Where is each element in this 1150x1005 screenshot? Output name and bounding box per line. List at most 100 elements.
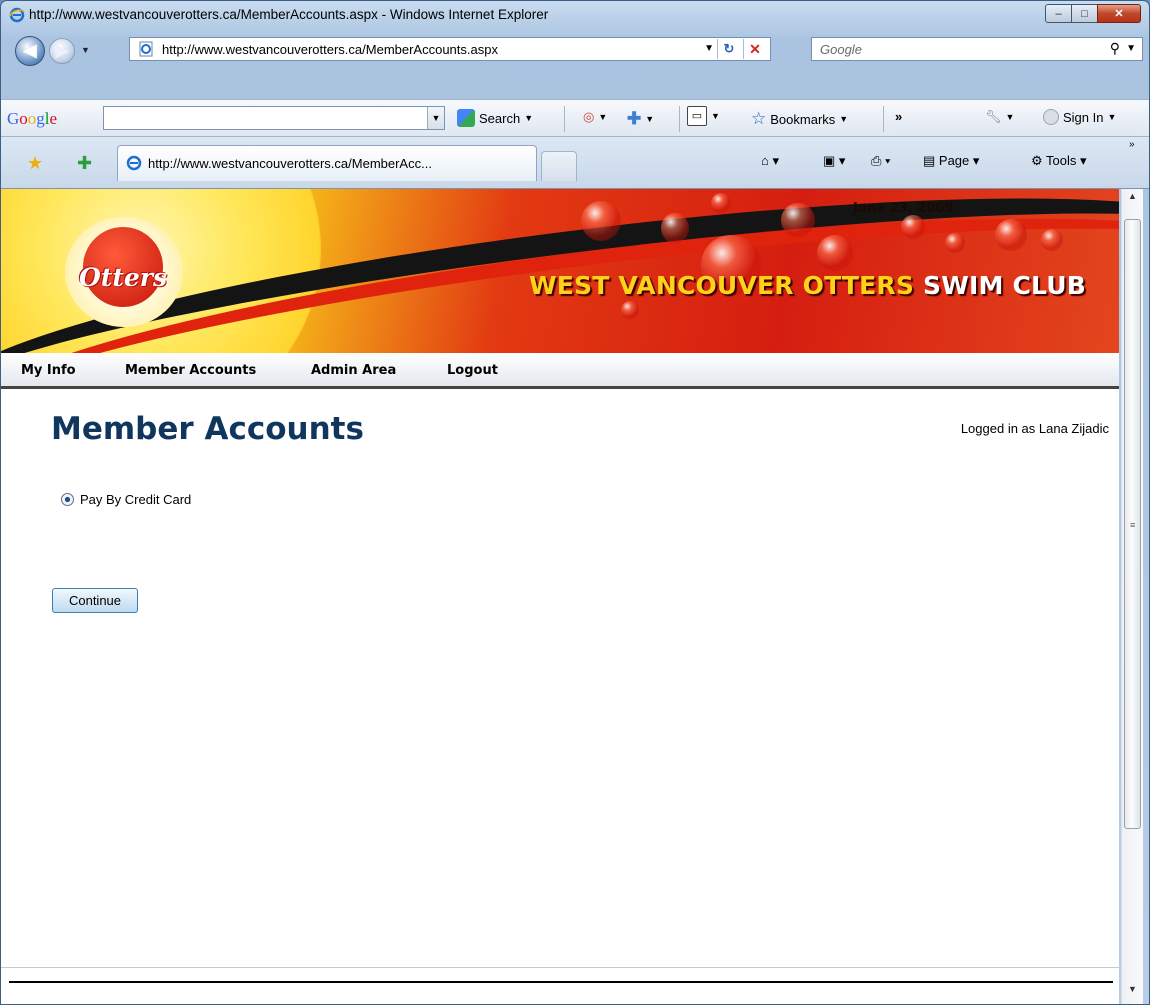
site-nav: My Info Member Accounts Admin Area Logou…: [1, 353, 1119, 389]
chevron-down-icon: ▼: [1107, 112, 1117, 122]
favorites-star-icon[interactable]: ★: [27, 153, 43, 174]
home-icon[interactable]: ⌂ ▾: [761, 153, 779, 169]
user-circle-icon: [1043, 109, 1059, 125]
ie-icon: [126, 155, 142, 171]
toolbar-divider: [564, 106, 565, 132]
search-icon[interactable]: ⚲: [1110, 40, 1120, 57]
recent-pages-dropdown-icon[interactable]: ▼: [81, 45, 90, 55]
nav-admin-area[interactable]: Admin Area: [311, 363, 396, 378]
pagerank-icon: ◎: [583, 109, 595, 124]
tab-row: ★ ✚ http://www.westvancouverotters.ca/Me…: [1, 137, 1149, 189]
ie-icon: [9, 7, 25, 23]
plus-icon: ✚: [627, 109, 642, 128]
page-menu-label: Page: [938, 153, 970, 168]
chevron-down-icon: ▼: [645, 114, 655, 124]
google-search-label: Search: [479, 110, 521, 126]
scroll-down-icon[interactable]: ▼: [1122, 984, 1143, 1002]
payment-option-label[interactable]: Pay By Credit Card: [80, 492, 191, 507]
add-button[interactable]: ✚ ▼: [627, 109, 654, 129]
club-name-secondary: SWIM CLUB: [923, 271, 1087, 300]
feeds-icon[interactable]: ▣ ▾: [823, 153, 845, 169]
page-viewport: Otters June 23, 2009 WEST VANCOUVER OTTE…: [1, 189, 1119, 1004]
tools-menu[interactable]: ⚙ Tools ▾: [1031, 153, 1087, 169]
tab-title: http://www.westvancouverotters.ca/Member…: [148, 156, 432, 171]
stop-icon[interactable]: ✕: [743, 39, 766, 59]
water-drop: [995, 219, 1027, 251]
continue-button[interactable]: Continue: [52, 588, 138, 613]
payment-option[interactable]: Pay By Credit Card: [61, 492, 191, 507]
page-menu[interactable]: ▤ Page ▾: [923, 153, 979, 169]
pagerank-button[interactable]: ◎ ▼: [583, 109, 607, 125]
google-search-icon: [457, 109, 475, 127]
chevron-down-icon: ▼: [524, 113, 534, 123]
google-toolbar: Google ▼ Search ▼ ◎ ▼ ✚ ▼ ▭ ▼ ☆ Bookmark…: [1, 99, 1149, 137]
google-search-input[interactable]: ▼: [103, 106, 445, 130]
refresh-icon[interactable]: ↻: [717, 39, 740, 59]
footer-divider-light: [1, 967, 1119, 968]
bookmarks-button[interactable]: ☆ Bookmarks ▼: [751, 109, 848, 129]
club-name: WEST VANCOUVER OTTERS SWIM CLUB: [529, 271, 1086, 300]
google-search-button[interactable]: Search ▼: [457, 109, 533, 127]
banner-date: June 23, 2009: [853, 201, 954, 216]
water-drop: [817, 235, 853, 271]
minimize-button[interactable]: –: [1045, 4, 1072, 23]
sign-in-label: Sign In: [1063, 109, 1104, 125]
page-icon: ▤: [923, 153, 939, 168]
site-banner: Otters June 23, 2009 WEST VANCOUVER OTTE…: [1, 189, 1119, 353]
more-button[interactable]: »: [895, 109, 902, 124]
sign-in-button[interactable]: Sign In ▼: [1043, 109, 1116, 125]
new-tab-button[interactable]: [541, 151, 577, 181]
wrench-icon: 🔧︎: [985, 109, 1002, 124]
logged-in-status: Logged in as Lana Zijadic: [960, 421, 1109, 436]
google-logo: Google: [7, 109, 58, 128]
chevron-down-icon: ▼: [839, 114, 849, 124]
caption-buttons: – □ ✕: [1045, 4, 1141, 23]
nav-member-accounts[interactable]: Member Accounts: [125, 363, 256, 378]
add-favorites-icon[interactable]: ✚: [77, 153, 92, 174]
star-icon: ☆: [751, 109, 767, 128]
tab-active[interactable]: http://www.westvancouverotters.ca/Member…: [117, 145, 537, 181]
url-text[interactable]: http://www.westvancouverotters.ca/Member…: [162, 42, 498, 57]
logo-text: Otters: [79, 263, 168, 292]
maximize-button[interactable]: □: [1071, 4, 1098, 23]
forward-button[interactable]: ▶: [49, 38, 75, 64]
scroll-up-icon[interactable]: ▲: [1122, 191, 1143, 209]
chevron-down-icon: ▼: [598, 112, 608, 122]
page-title: Member Accounts: [51, 411, 364, 447]
search-dropdown-icon[interactable]: ▼: [1126, 43, 1136, 54]
toolbar-divider: [883, 106, 884, 132]
page-icon: [139, 41, 153, 57]
tools-menu-label: Tools: [1046, 153, 1077, 168]
title-bar: http://www.westvancouverotters.ca/Member…: [1, 1, 1149, 31]
close-button[interactable]: ✕: [1097, 4, 1141, 23]
footer-divider: [9, 981, 1113, 983]
window-icon: ▭: [687, 106, 707, 126]
settings-button[interactable]: 🔧︎ ▼: [985, 109, 1014, 125]
popup-blocker-button[interactable]: ▭ ▼: [687, 106, 720, 126]
water-drop: [621, 301, 639, 319]
vertical-scrollbar[interactable]: ▲ ≡ ▼: [1121, 189, 1143, 1004]
water-drop: [661, 213, 689, 243]
otters-logo: Otters: [65, 217, 183, 327]
address-dropdown-icon[interactable]: ▼: [704, 43, 714, 54]
water-drop: [901, 215, 925, 239]
search-placeholder: Google: [820, 42, 862, 57]
overflow-chevron-icon[interactable]: »: [1129, 139, 1135, 150]
search-box[interactable]: Google ⚲ ▼: [811, 37, 1143, 61]
google-search-dropdown-icon[interactable]: ▼: [427, 107, 444, 129]
water-drop: [781, 203, 815, 237]
water-drop: [711, 193, 731, 213]
chevron-down-icon: ▼: [711, 111, 720, 121]
scroll-thumb[interactable]: ≡: [1124, 219, 1141, 829]
nav-logout[interactable]: Logout: [447, 363, 498, 378]
nav-my-info[interactable]: My Info: [21, 363, 76, 378]
gear-icon: ⚙: [1031, 153, 1047, 168]
toolbar-divider: [679, 106, 680, 132]
water-drop: [1041, 229, 1063, 251]
water-drop: [945, 233, 965, 253]
chevron-down-icon: ▼: [1005, 112, 1015, 122]
payment-radio-button[interactable]: [61, 493, 74, 506]
address-bar[interactable]: http://www.westvancouverotters.ca/Member…: [129, 37, 771, 61]
back-button[interactable]: ◀: [15, 36, 45, 66]
print-icon[interactable]: ⎙ ▾: [871, 153, 890, 169]
